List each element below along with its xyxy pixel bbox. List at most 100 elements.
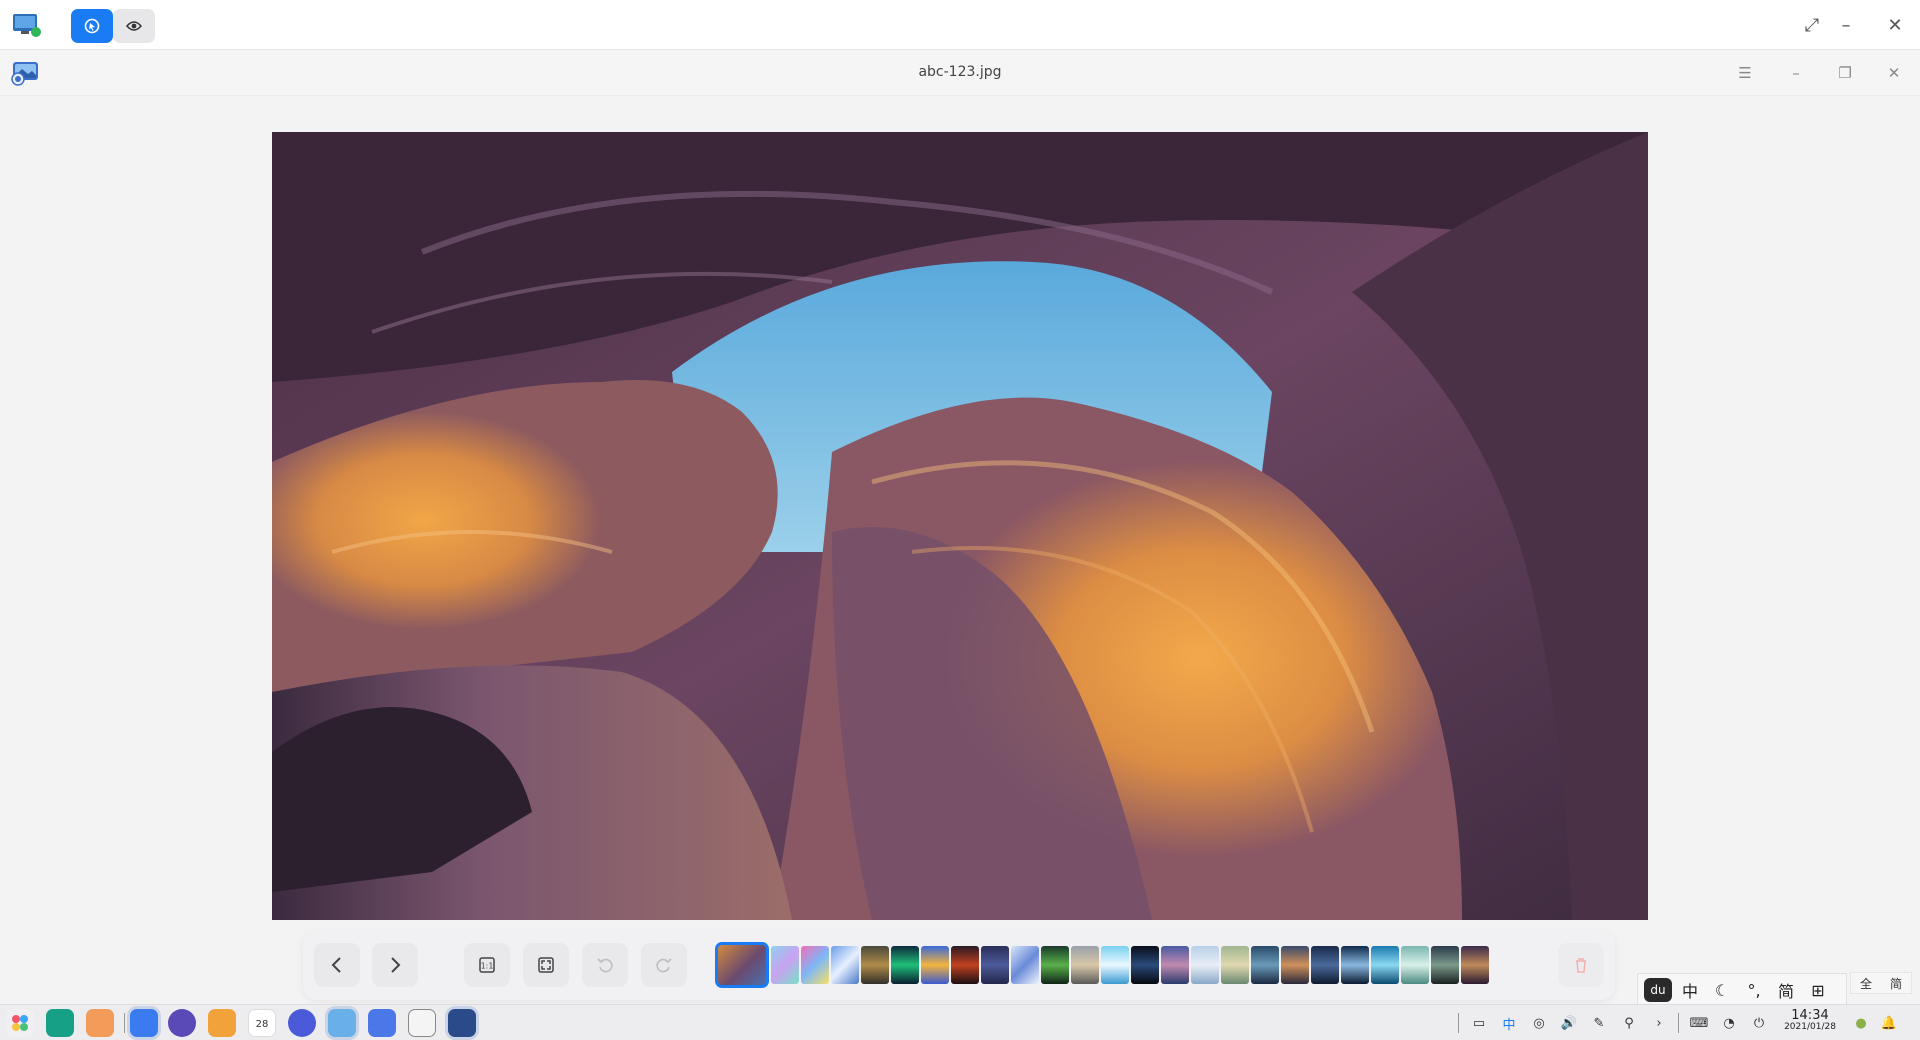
rotate-right-button[interactable]: [641, 943, 687, 987]
keyboard-icon[interactable]: ⌨: [1690, 1014, 1709, 1032]
thumbnail[interactable]: [1251, 946, 1279, 984]
network-icon[interactable]: ◔: [1720, 1014, 1738, 1032]
thumbnail-selected[interactable]: [715, 942, 769, 988]
expand-icon[interactable]: ⤢: [1800, 13, 1824, 37]
launcher-icon[interactable]: [6, 1009, 34, 1037]
thumbnail[interactable]: [831, 946, 859, 984]
text-editor-icon[interactable]: [408, 1009, 436, 1037]
thumbnail[interactable]: [1461, 946, 1489, 984]
power-icon[interactable]: ⏻: [1750, 1014, 1768, 1032]
thumbnail[interactable]: [1071, 946, 1099, 984]
fit-window-icon: [538, 957, 554, 973]
remote-assist-icon[interactable]: [328, 1009, 356, 1037]
settings-icon[interactable]: [288, 1009, 316, 1037]
remote-control-tab[interactable]: [71, 9, 113, 43]
thumbnail[interactable]: [1371, 946, 1399, 984]
next-button[interactable]: [372, 943, 418, 987]
rotate-right-icon: [656, 958, 672, 973]
ime-symbol-icon[interactable]: °,: [1740, 981, 1768, 1000]
minimize-icon[interactable]: –: [1834, 13, 1858, 37]
volume-icon[interactable]: 🔊: [1560, 1014, 1578, 1032]
ime-chinese-mode[interactable]: 中: [1676, 978, 1704, 1002]
ime-menu-icon[interactable]: ⊞: [1804, 981, 1832, 1000]
svg-text:1:1: 1:1: [481, 962, 494, 971]
calendar-icon[interactable]: 28: [248, 1009, 276, 1037]
previous-button[interactable]: [314, 943, 360, 987]
main-photo: [272, 132, 1648, 920]
thumbnail[interactable]: [1221, 946, 1249, 984]
tray-separator: [1458, 1013, 1459, 1033]
thumbnail[interactable]: [861, 946, 889, 984]
delete-button[interactable]: [1558, 943, 1604, 987]
view-mode-tab[interactable]: [113, 9, 155, 43]
tray-expand-icon[interactable]: ›: [1650, 1014, 1668, 1032]
remote-control-icon: [84, 18, 100, 34]
file-manager-icon[interactable]: [130, 1009, 158, 1037]
ime-punctuation-icon[interactable]: ☾: [1708, 981, 1736, 1000]
remote-desktop-logo-icon: [12, 12, 42, 38]
app-store-icon[interactable]: [86, 1009, 114, 1037]
thumbnail[interactable]: [921, 946, 949, 984]
thumbnail[interactable]: [1101, 946, 1129, 984]
clock-time: 14:34: [1791, 1008, 1829, 1023]
pen-icon[interactable]: ✎: [1590, 1014, 1608, 1032]
package-icon[interactable]: [208, 1009, 236, 1037]
thumbnail[interactable]: [771, 946, 799, 984]
maximize-icon[interactable]: ❐: [1833, 61, 1857, 85]
thumbnail[interactable]: [1041, 946, 1069, 984]
wps-writer-icon[interactable]: [368, 1009, 396, 1037]
clock[interactable]: 14:34 2021/01/28: [1780, 1008, 1840, 1033]
close-icon[interactable]: ✕: [1883, 13, 1907, 37]
thumbnail[interactable]: [891, 946, 919, 984]
thumbnail-strip: [715, 942, 1535, 988]
notification-bell-icon[interactable]: 🔔: [1880, 1014, 1898, 1032]
menu-icon[interactable]: ☰: [1733, 61, 1757, 85]
thumbnail[interactable]: [1401, 946, 1429, 984]
view-eye-icon: [126, 21, 142, 31]
status-dot-icon: ●: [1855, 1015, 1867, 1031]
previous-icon: [331, 957, 341, 973]
ime-fullwidth[interactable]: 全: [1860, 975, 1872, 992]
remote-desktop-bar: ⤢ – ✕: [0, 0, 1920, 50]
ime-simplified[interactable]: 简: [1890, 975, 1902, 992]
dock-separator: [124, 1013, 125, 1033]
clock-date: 2021/01/28: [1784, 1022, 1836, 1033]
image-viewer-window: abc-123.jpg ☰ – ❐ ✕ 1:1: [0, 50, 1920, 1004]
browser-icon[interactable]: [168, 1009, 196, 1037]
thumbnail[interactable]: [1311, 946, 1339, 984]
usb-icon[interactable]: ⚲: [1620, 1014, 1638, 1032]
viewer-toolbar: 1:1: [303, 930, 1615, 1000]
next-icon: [391, 957, 401, 973]
ime-toolbar: du 中 ☾ °, 简 ⊞: [1637, 973, 1847, 1007]
rotate-left-button[interactable]: [582, 943, 628, 987]
thumbnail[interactable]: [951, 946, 979, 984]
viewer-titlebar: abc-123.jpg ☰ – ❐ ✕: [0, 50, 1920, 96]
tray-separator: [1678, 1013, 1679, 1033]
thumbnail[interactable]: [801, 946, 829, 984]
taskbar: 28 ▭ 中 ◎ 🔊 ✎ ⚲ › ⌨ ◔ ⏻ 14:34 2021/01/28 …: [0, 1004, 1920, 1040]
trash-icon: [1576, 958, 1586, 973]
thumbnail[interactable]: [981, 946, 1009, 984]
original-size-button[interactable]: 1:1: [464, 943, 510, 987]
rotate-left-icon: [597, 958, 613, 973]
image-viewer-dock-icon[interactable]: [448, 1009, 476, 1037]
display-tray-icon[interactable]: ▭: [1470, 1014, 1488, 1032]
thumbnail[interactable]: [1011, 946, 1039, 984]
multitask-view-icon[interactable]: [46, 1009, 74, 1037]
thumbnail[interactable]: [1131, 946, 1159, 984]
thumbnail[interactable]: [1161, 946, 1189, 984]
ime-logo-icon[interactable]: du: [1644, 978, 1672, 1002]
thumbnail[interactable]: [1281, 946, 1309, 984]
ime-simplified-mode[interactable]: 简: [1772, 978, 1800, 1002]
thumbnail[interactable]: [1191, 946, 1219, 984]
original-size-icon: 1:1: [479, 957, 495, 973]
fit-window-button[interactable]: [523, 943, 569, 987]
close-icon[interactable]: ✕: [1882, 61, 1906, 85]
window-title: abc-123.jpg: [918, 64, 1002, 80]
thumbnail[interactable]: [1431, 946, 1459, 984]
thumbnail[interactable]: [1341, 946, 1369, 984]
remote-tray-icon[interactable]: ◎: [1530, 1014, 1548, 1032]
minimize-icon[interactable]: –: [1784, 61, 1808, 85]
ime-status: 全 简: [1850, 972, 1912, 994]
input-method-tray-icon[interactable]: 中: [1500, 1014, 1518, 1033]
